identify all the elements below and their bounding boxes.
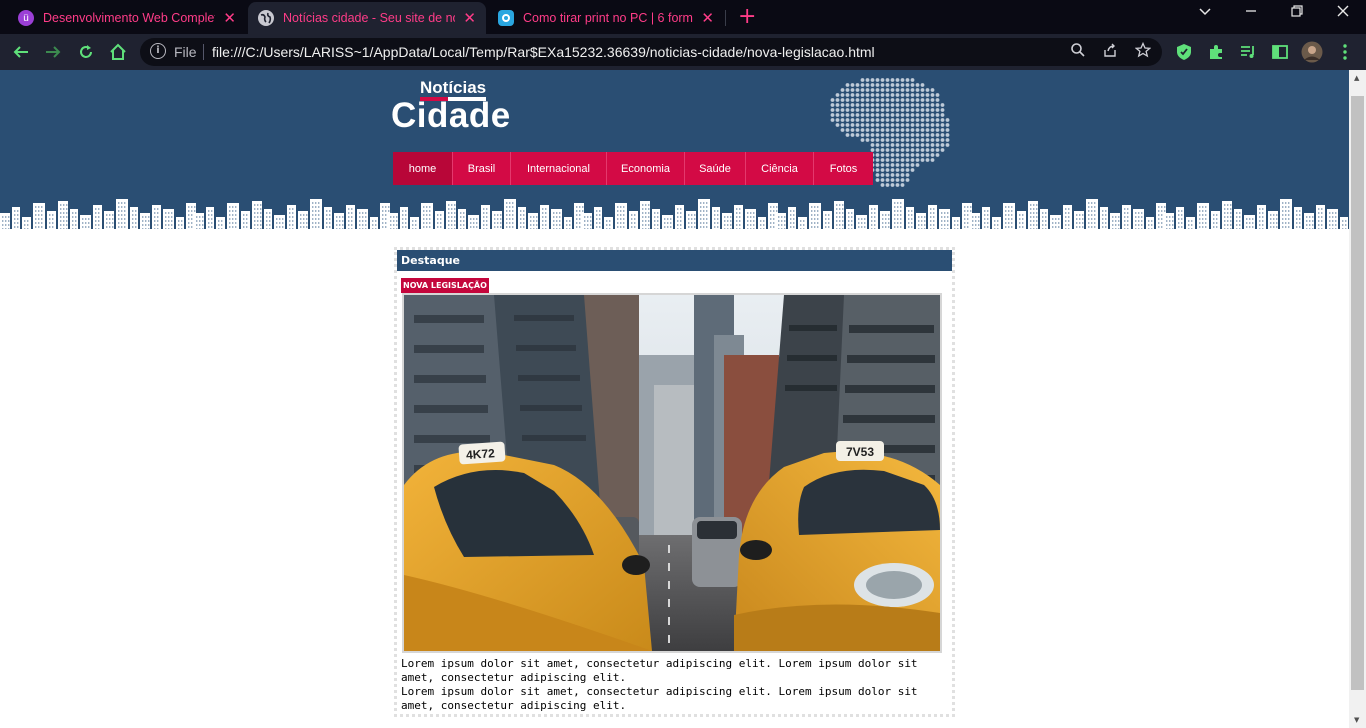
url-text[interactable]: file:///C:/Users/LARISS~1/AppData/Local/…: [212, 44, 875, 60]
featured-box: Destaque NOVA LEGISLAÇÃO 4K72 7V53 Lorem…: [394, 247, 955, 717]
nav-item-economia[interactable]: Economia: [607, 152, 685, 185]
close-tab-icon[interactable]: ✕: [701, 9, 714, 27]
udemy-icon: ü: [18, 10, 34, 26]
back-arrow-icon[interactable]: [10, 41, 32, 63]
scrollbar-thumb[interactable]: [1351, 96, 1364, 690]
address-divider: [203, 44, 204, 60]
tab-search-chevron-icon[interactable]: [1198, 4, 1212, 22]
nav-item-ciencia[interactable]: Ciência: [746, 152, 814, 185]
side-panel-icon[interactable]: [1269, 41, 1291, 63]
nav-item-internacional[interactable]: Internacional: [511, 152, 607, 185]
section-title: Destaque: [397, 250, 952, 271]
tab-title: Como tirar print no PC | 6 formas: [523, 11, 694, 25]
article-body: Lorem ipsum dolor sit amet, consectetur …: [401, 657, 949, 713]
tab-noticias-cidade[interactable]: Notícias cidade - Seu site de notícias ✕: [248, 2, 486, 34]
forward-arrow-icon[interactable]: [42, 41, 64, 63]
page-viewport: Notícias Cidade home Brasil Internaciona…: [0, 70, 1349, 728]
scheme-label: File: [174, 44, 197, 60]
tab-divider: [725, 10, 726, 26]
page-scrollbar[interactable]: ▲ ▼: [1349, 70, 1366, 728]
main-nav: home Brasil Internacional Economia Saúde…: [393, 152, 873, 185]
restore-icon[interactable]: [1290, 4, 1304, 22]
close-tab-icon[interactable]: ✕: [463, 9, 476, 27]
nav-item-brasil[interactable]: Brasil: [453, 152, 511, 185]
tab-desenvolvimento-web[interactable]: ü Desenvolvimento Web Completo ✕: [8, 2, 246, 34]
article-paragraph: Lorem ipsum dolor sit amet, consectetur …: [401, 685, 918, 712]
tab-title: Notícias cidade - Seu site de notícias: [283, 11, 455, 25]
nav-item-fotos[interactable]: Fotos: [814, 152, 873, 185]
scroll-up-icon[interactable]: ▲: [1354, 74, 1359, 82]
nav-item-saude[interactable]: Saúde: [685, 152, 746, 185]
nav-item-home[interactable]: home: [393, 152, 453, 185]
site-info-icon[interactable]: i: [150, 43, 166, 59]
tab-title: Desenvolvimento Web Completo: [43, 11, 216, 25]
scroll-down-icon[interactable]: ▼: [1354, 716, 1359, 724]
minimize-icon[interactable]: [1245, 4, 1257, 22]
close-tab-icon[interactable]: ✕: [223, 9, 236, 27]
share-icon[interactable]: [1102, 42, 1118, 62]
bookmark-star-icon[interactable]: [1134, 41, 1152, 62]
globe-icon: [258, 10, 274, 26]
zoom-search-icon[interactable]: [1070, 42, 1086, 62]
browser-toolbar: i File file:///C:/Users/LARISS~1/AppData…: [0, 34, 1366, 70]
tab-como-tirar-print[interactable]: Como tirar print no PC | 6 formas ✕: [488, 2, 724, 34]
logo-title: Cidade: [391, 96, 511, 135]
avatar[interactable]: [1301, 41, 1323, 63]
city-skyline-decoration: [0, 199, 1349, 233]
kebab-menu-icon[interactable]: [1334, 41, 1356, 63]
article-paragraph: Lorem ipsum dolor sit amet, consectetur …: [401, 657, 918, 684]
close-window-icon[interactable]: [1336, 4, 1350, 22]
svg-text:7V53: 7V53: [846, 445, 874, 459]
home-icon[interactable]: [107, 41, 129, 63]
address-bar[interactable]: i File file:///C:/Users/LARISS~1/AppData…: [140, 38, 1162, 66]
reload-icon[interactable]: [75, 41, 97, 63]
featured-photo: 4K72 7V53: [402, 293, 942, 653]
logo-subtitle: Notícias: [420, 78, 487, 97]
shield-extension-icon[interactable]: [1173, 41, 1195, 63]
site-header: Notícias Cidade home Brasil Internaciona…: [0, 70, 1349, 233]
extensions-puzzle-icon[interactable]: [1205, 41, 1227, 63]
new-tab-icon[interactable]: +: [738, 5, 756, 29]
site-icon: [498, 10, 514, 26]
svg-text:4K72: 4K72: [466, 446, 496, 462]
tab-strip: ü Desenvolvimento Web Completo ✕ Notícia…: [0, 0, 1366, 34]
media-control-icon[interactable]: [1237, 41, 1259, 63]
category-tag[interactable]: NOVA LEGISLAÇÃO: [401, 278, 489, 293]
